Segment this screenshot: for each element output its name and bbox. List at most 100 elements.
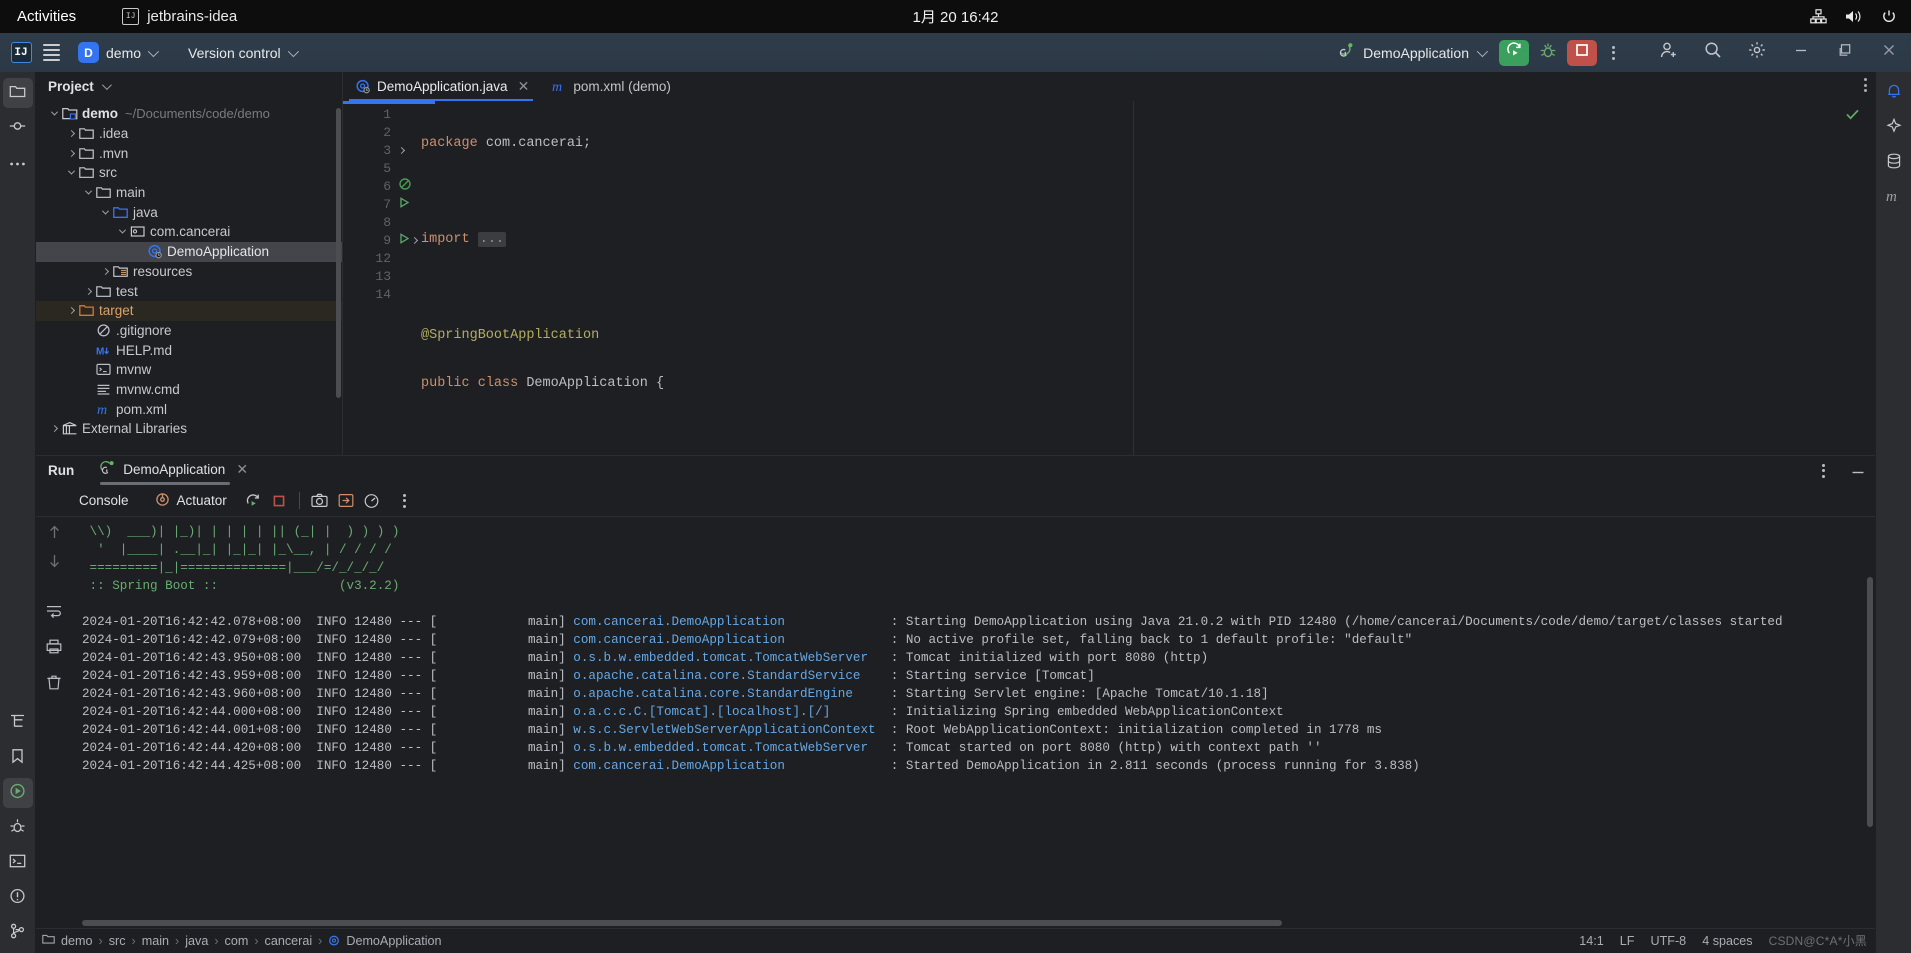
gauge-button[interactable] [359, 489, 385, 513]
sidebar-item-maven[interactable]: m [1879, 183, 1909, 213]
sidebar-item-database[interactable] [1879, 148, 1909, 178]
print-icon[interactable] [46, 639, 62, 659]
close-icon[interactable]: ✕ [518, 78, 530, 95]
tab-actuator[interactable]: Actuator [142, 492, 240, 510]
editor-tab-pom[interactable]: m pom.xml (demo) [539, 72, 681, 101]
collapsed-imports[interactable]: ... [477, 232, 507, 247]
console-view[interactable]: \\) ___)| |_)| | | | | || (_| | ) ) ) ) … [36, 516, 1875, 928]
intellij-logo-button[interactable]: IJ [6, 38, 36, 68]
tree-node-help-md[interactable]: M HELP.md [36, 340, 342, 360]
sidebar-item-more-tools[interactable] [3, 148, 33, 178]
tree-node-target[interactable]: target [36, 300, 342, 321]
scroll-down-icon[interactable] [47, 553, 62, 574]
sidebar-item-commit[interactable] [3, 113, 33, 143]
sidebar-item-terminal[interactable] [3, 848, 33, 878]
tree-node-src[interactable]: src [36, 163, 342, 183]
gutter-markers[interactable] [397, 101, 421, 455]
rerun-run-button[interactable] [240, 489, 266, 513]
activities-button[interactable]: Activities [17, 8, 76, 25]
chevron-right-icon[interactable] [48, 425, 61, 433]
chevron-right-icon[interactable] [82, 287, 95, 295]
line-separator-widget[interactable]: LF [1620, 934, 1635, 948]
caret-position-widget[interactable]: 14:1 [1579, 934, 1604, 948]
stop-run-button[interactable] [266, 489, 292, 513]
editor-tabs-more-button[interactable] [1864, 78, 1867, 92]
chevron-right-icon[interactable] [65, 149, 78, 157]
console-horizontal-scrollbar[interactable] [82, 919, 1282, 926]
tree-node-demoapplication[interactable]: DemoApplication [36, 241, 342, 262]
tab-console[interactable]: Console [66, 493, 142, 508]
tree-node-com-cancerai[interactable]: com.cancerai [36, 222, 342, 242]
tree-node-pom-xml[interactable]: m pom.xml [36, 399, 342, 419]
close-icon[interactable]: ✕ [236, 461, 248, 478]
sidebar-item-debug[interactable] [3, 813, 33, 843]
chevron-right-icon[interactable] [65, 307, 78, 315]
indent-widget[interactable]: 4 spaces [1702, 934, 1752, 948]
chevron-down-icon[interactable] [116, 227, 129, 235]
editor-tab-demoapplication[interactable]: DemoApplication.java ✕ [343, 72, 539, 101]
version-control-widget[interactable]: Version control [181, 42, 303, 64]
chevron-down-icon[interactable] [48, 108, 61, 116]
search-everywhere-button[interactable] [1691, 33, 1735, 72]
sidebar-item-structure[interactable] [3, 708, 33, 738]
run-configuration-selector[interactable]: DemoApplication [1330, 39, 1493, 66]
debug-button[interactable] [1534, 40, 1562, 66]
soft-wrap-icon[interactable] [46, 604, 62, 623]
breadcrumb-item-demo[interactable]: demo [61, 934, 93, 948]
line-number-gutter[interactable]: 1 2 3 5 6 7 8 9 12 13 14 [343, 101, 397, 455]
run-gutter-marker-class[interactable] [397, 195, 421, 213]
chevron-right-icon[interactable] [99, 267, 112, 275]
project-widget[interactable]: D demo [74, 39, 163, 66]
fold-marker-import[interactable] [397, 141, 421, 159]
tree-node--idea[interactable]: .idea [36, 124, 342, 144]
tree-node-mvnw[interactable]: mvnw [36, 360, 342, 380]
breadcrumb-item-com[interactable]: com [225, 934, 249, 948]
breadcrumb-item-java[interactable]: java [185, 934, 208, 948]
more-actions-button[interactable] [1601, 40, 1625, 66]
project-tree-scrollbar[interactable] [336, 108, 341, 398]
tree-node-main[interactable]: main [36, 183, 342, 203]
breadcrumb-item-main[interactable]: main [142, 934, 169, 948]
console-vertical-scrollbar[interactable] [1867, 576, 1873, 827]
tree-node-resources[interactable]: resources [36, 262, 342, 282]
run-window-options-button[interactable] [1811, 458, 1835, 484]
chevron-down-icon[interactable] [82, 187, 95, 195]
hide-run-window-button[interactable] [1851, 462, 1865, 480]
editor-tabs[interactable]: DemoApplication.java ✕ m pom.xml (demo) [343, 72, 1875, 101]
breadcrumb[interactable]: demo › src › main › java › com › cancerai › DemoAppl… [61, 934, 442, 948]
focused-app-indicator[interactable]: IJ jetbrains-idea [122, 8, 237, 25]
breadcrumb-item-src[interactable]: src [109, 934, 126, 948]
close-window-button[interactable] [1867, 33, 1911, 72]
chevron-down-icon[interactable] [65, 167, 78, 176]
sidebar-item-ai-assistant[interactable] [1879, 113, 1909, 143]
breadcrumb-item-cancerai[interactable]: cancerai [265, 934, 313, 948]
clear-all-icon[interactable] [46, 675, 62, 696]
minimize-window-button[interactable] [1779, 33, 1823, 72]
maximize-window-button[interactable] [1823, 33, 1867, 72]
tree-node-external-libraries[interactable]: External Libraries [36, 419, 342, 439]
spring-bean-marker[interactable] [397, 177, 421, 195]
export-button[interactable] [333, 489, 359, 513]
code-text[interactable]: package com.cancerai; import ... @Spring… [421, 101, 1875, 455]
sidebar-item-bookmarks[interactable] [3, 743, 33, 773]
power-icon[interactable] [1881, 9, 1897, 25]
sidebar-item-run[interactable] [2, 778, 33, 808]
tree-node--mvn[interactable]: .mvn [36, 143, 342, 163]
inspection-widget[interactable] [1846, 107, 1859, 125]
rerun-button[interactable] [1499, 39, 1529, 66]
tree-node--gitignore[interactable]: .gitignore [36, 321, 342, 341]
settings-button[interactable] [1735, 33, 1779, 72]
volume-icon[interactable] [1845, 9, 1863, 24]
os-clock[interactable]: 1月 20 16:42 [0, 6, 1911, 27]
run-tab-demoapplication[interactable]: DemoApplication ✕ [100, 456, 248, 486]
scroll-up-icon[interactable] [47, 524, 62, 545]
tree-node-test[interactable]: test [36, 281, 342, 301]
encoding-widget[interactable]: UTF-8 [1651, 934, 1687, 948]
stop-button[interactable] [1567, 39, 1597, 66]
project-tree[interactable]: demo ~/Documents/code/demo .idea .mvn src mai… [36, 101, 342, 455]
camera-button[interactable] [307, 489, 333, 513]
tree-node-demo[interactable]: demo ~/Documents/code/demo [36, 104, 342, 124]
main-menu-button[interactable] [36, 38, 66, 68]
chevron-down-icon[interactable] [99, 207, 112, 215]
tree-node-mvnw-cmd[interactable]: mvnw.cmd [36, 380, 342, 400]
